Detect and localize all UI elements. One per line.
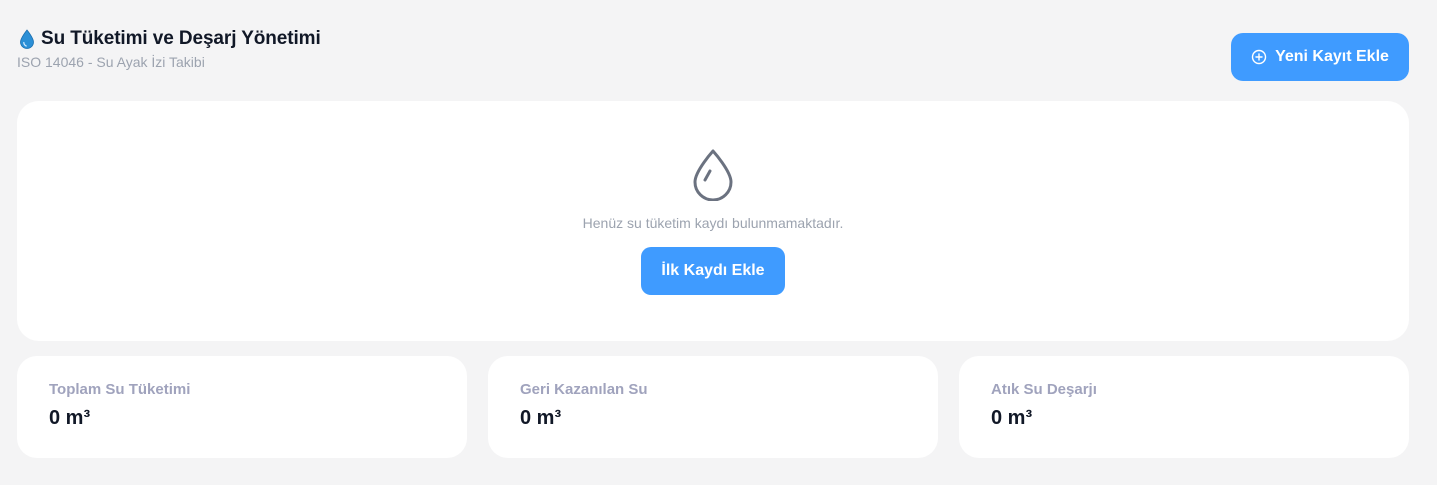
add-record-button[interactable]: Yeni Kayıt Ekle [1231,33,1409,81]
stat-value: 0 m³ [49,407,91,429]
add-record-label: Yeni Kayıt Ekle [1275,48,1389,65]
stat-value: 0 m³ [520,407,562,429]
page-title: Su Tüketimi ve Deşarj Yönetimi [41,28,321,49]
add-first-record-button[interactable]: İlk Kaydı Ekle [641,247,785,295]
page-header: Su Tüketimi ve Deşarj Yönetimi ISO 14046… [17,28,321,70]
water-management-page: Su Tüketimi ve Deşarj Yönetimi ISO 14046… [0,0,1437,485]
plus-circle-icon [1251,49,1267,65]
title-row: Su Tüketimi ve Deşarj Yönetimi [17,28,321,50]
empty-state-card: Henüz su tüketim kaydı bulunmamaktadır. … [17,101,1409,341]
stat-label: Toplam Su Tüketimi [49,381,191,398]
water-drop-icon [17,28,37,50]
stat-card-total-consumption: Toplam Su Tüketimi 0 m³ [17,356,467,458]
stat-label: Atık Su Deşarjı [991,381,1097,398]
stat-label: Geri Kazanılan Su [520,381,648,398]
stat-card-wastewater-discharge: Atık Su Deşarjı 0 m³ [959,356,1409,458]
page-subtitle: ISO 14046 - Su Ayak İzi Takibi [17,54,205,70]
stat-card-recovered-water: Geri Kazanılan Su 0 m³ [488,356,938,458]
water-drop-outline-icon [691,147,735,202]
empty-state-message: Henüz su tüketim kaydı bulunmamaktadır. [582,215,844,231]
stat-value: 0 m³ [991,407,1033,429]
